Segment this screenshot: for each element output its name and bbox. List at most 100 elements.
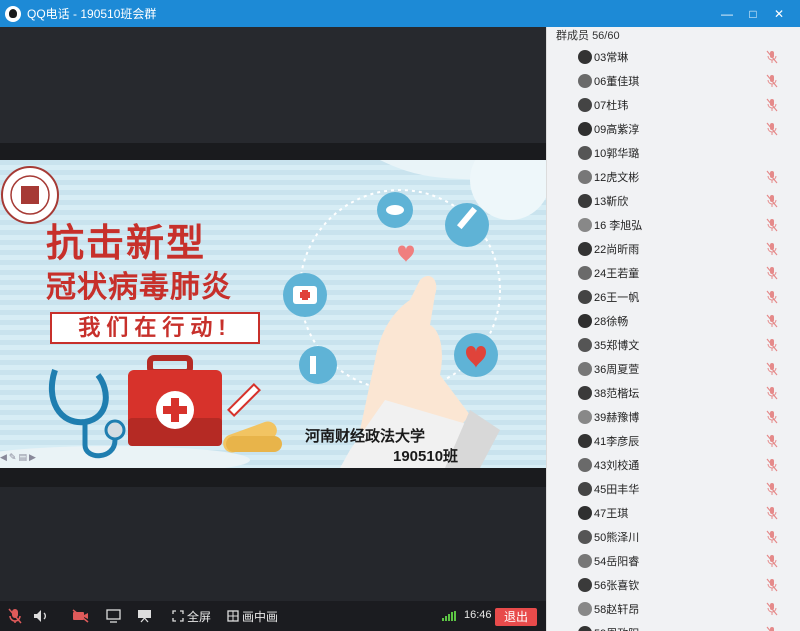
avatar [578, 194, 592, 208]
member-name: 13靳欣 [594, 196, 629, 208]
window-title: QQ电话 - 190510班会群 [27, 5, 156, 22]
stage-top-background [0, 27, 546, 143]
avatar [578, 242, 592, 256]
member-name: 07杜玮 [594, 100, 629, 112]
member-row[interactable]: 39赫豫博 [547, 405, 800, 429]
member-row[interactable]: 07杜玮 [547, 93, 800, 117]
member-row[interactable]: 56张喜钦 [547, 573, 800, 597]
member-row[interactable]: 10郭华璐 [547, 141, 800, 165]
avatar [578, 410, 592, 424]
member-row[interactable]: 12虎文彬 [547, 165, 800, 189]
mic-muted-icon [766, 626, 774, 631]
mic-muted-icon [766, 194, 778, 208]
title-separator: - [73, 7, 78, 21]
member-row[interactable]: 24王若童 [547, 261, 800, 285]
screen-share-area: 抗击新型 冠状病毒肺炎 我们在行动! 河南财经政法大学 190510班 ◀ ✎ … [0, 27, 546, 601]
avatar [578, 578, 592, 592]
mic-muted-icon [766, 314, 778, 328]
mic-muted-icon [766, 458, 778, 472]
speaker-icon[interactable] [33, 601, 49, 631]
app-name: QQ电话 [27, 7, 70, 21]
member-name: 50熊泽川 [594, 532, 640, 544]
stage-letterbox-bottom [0, 468, 546, 487]
member-row[interactable]: 59周政阳 [547, 621, 800, 631]
title-bar: QQ电话 - 190510班会群 — □ ✕ [0, 0, 800, 27]
member-row[interactable]: 45田丰华 [547, 477, 800, 501]
mic-muted-icon [766, 290, 778, 304]
fullscreen-button[interactable]: 全屏 [172, 601, 211, 631]
slide-prev-icon[interactable]: ◀ [0, 452, 7, 463]
mic-muted-icon [766, 434, 778, 448]
avatar [578, 98, 592, 112]
member-row[interactable]: 54岳阳睿 [547, 549, 800, 573]
avatar [578, 338, 592, 352]
member-name: 59周政阳 [594, 625, 639, 631]
member-header: 群成员 56/60 [547, 27, 800, 45]
mic-muted-icon[interactable] [8, 601, 22, 631]
fullscreen-icon [172, 610, 184, 622]
maximize-icon[interactable]: □ [740, 0, 766, 27]
member-row[interactable]: 13靳欣 [547, 189, 800, 213]
member-row[interactable]: 22尚昕雨 [547, 237, 800, 261]
mic-muted-icon [766, 362, 778, 376]
avatar [578, 626, 592, 631]
member-name: 09高紫淳 [594, 124, 640, 136]
slide-next-icon[interactable]: ▶ [29, 452, 36, 463]
member-row[interactable]: 47王琪 [547, 501, 800, 525]
present-icon[interactable] [137, 601, 152, 631]
signal-strength-icon [442, 611, 456, 621]
avatar [578, 362, 592, 376]
member-row[interactable]: 09高紫淳 [547, 117, 800, 141]
member-name: 16 李旭弘 [594, 220, 643, 232]
member-name: 38范楷坛 [594, 388, 640, 400]
mic-muted-icon [766, 74, 778, 88]
avatar [578, 122, 592, 136]
member-header-label: 群成员 [556, 30, 589, 42]
mic-muted-icon [766, 482, 778, 496]
mic-muted-icon [766, 338, 778, 352]
close-icon[interactable]: ✕ [766, 0, 792, 27]
mic-muted-icon [766, 410, 778, 424]
avatar [578, 386, 592, 400]
member-row[interactable]: 35郑博文 [547, 333, 800, 357]
member-row[interactable]: 38范楷坛 [547, 381, 800, 405]
mic-muted-icon [766, 554, 778, 568]
slide-class-name: 190510班 [393, 448, 459, 465]
member-name: 45田丰华 [594, 484, 640, 496]
member-name: 35郑博文 [594, 340, 640, 352]
avatar [578, 218, 592, 232]
member-name: 41李彦辰 [594, 436, 640, 448]
group-name: 190510班会群 [80, 7, 157, 21]
mic-muted-icon [766, 98, 778, 112]
camera-off-icon[interactable] [72, 601, 89, 631]
mic-muted-icon [766, 602, 778, 616]
avatar [578, 530, 592, 544]
member-row[interactable]: 06董佳琪 [547, 69, 800, 93]
avatar [578, 314, 592, 328]
exit-button[interactable]: 退出 [495, 608, 537, 626]
member-row[interactable]: 36周夏萱 [547, 357, 800, 381]
picture-in-picture-button[interactable]: 画中画 [227, 601, 278, 631]
member-row[interactable]: 16 李旭弘 [547, 213, 800, 237]
member-row[interactable]: 41李彦辰 [547, 429, 800, 453]
member-row[interactable]: 43刘校通 [547, 453, 800, 477]
member-row[interactable]: 03常琳 [547, 45, 800, 69]
member-name: 47王琪 [594, 508, 629, 520]
avatar [578, 170, 592, 184]
member-row[interactable]: 26王一帆 [547, 285, 800, 309]
avatar [578, 434, 592, 448]
fullscreen-label: 全屏 [187, 609, 212, 624]
avatar [578, 266, 592, 280]
slide-pen-icon[interactable]: ✎ [9, 452, 17, 463]
member-row[interactable]: 28徐畅 [547, 309, 800, 333]
avatar [578, 602, 592, 616]
member-row[interactable]: 58赵轩昂 [547, 597, 800, 621]
member-row[interactable]: 50熊泽川 [547, 525, 800, 549]
minimize-icon[interactable]: — [714, 0, 740, 27]
pip-icon [227, 610, 239, 622]
avatar [578, 482, 592, 496]
avatar [578, 506, 592, 520]
slide-menu-icon[interactable]: ▤ [18, 452, 27, 463]
mic-muted-icon [766, 50, 778, 64]
share-screen-icon[interactable] [106, 601, 121, 631]
